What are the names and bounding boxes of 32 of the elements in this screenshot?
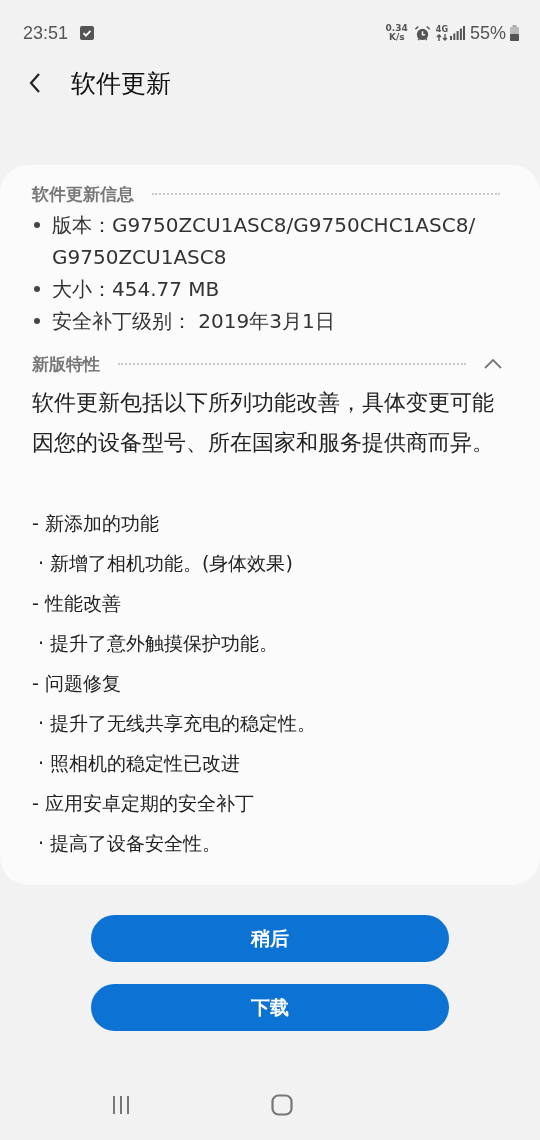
change-item: · 新增了相机功能。(身体效果) [37,551,294,576]
info-item: 安全补丁级别： 2019年3月1日 [52,308,335,335]
change-item: · 提高了设备安全性。 [37,831,223,856]
bullet-icon [34,286,40,292]
page-title: 软件更新 [71,67,171,100]
checkbox-notification-icon [80,26,95,40]
change-category: - 应用安卓定期的安全补丁 [32,791,255,816]
description-text: 软件更新包括以下所列功能改善，具体变更可能因您的设备型号、所在国家和服务提供商而异。 [32,389,495,457]
change-item: · 提升了意外触摸保护功能。 [37,631,280,656]
change-category: - 新添加的功能 [32,511,160,536]
bullet-icon [34,222,40,228]
status-time: 23:51 [23,22,69,44]
bullet-icon [34,318,40,324]
network-speed: 0.34 K/s [385,24,408,42]
change-category: - 问题修复 [32,671,122,696]
section-title: 新版特性 [32,352,100,376]
recent-apps-icon[interactable] [111,1096,131,1114]
later-button[interactable]: 稍后 [91,915,449,962]
info-item: 大小：454.77 MB [52,276,220,303]
change-category: - 性能改善 [32,591,122,616]
download-button[interactable]: 下载 [91,984,449,1031]
home-icon[interactable] [271,1094,293,1116]
change-item: · 提升了无线共享充电的稳定性。 [37,711,318,736]
battery-percent: 55% [469,22,506,44]
info-item: 版本：G9750ZCU1ASC8/G9750CHC1ASC8/G9750ZCU1ASC8 [52,212,477,271]
section-title: 软件更新信息 [32,182,134,206]
signal-icon [449,26,465,40]
mobile-data-indicator: 4G [435,25,448,41]
back-icon [29,72,41,94]
change-item: · 照相机的稳定性已改进 [37,751,242,776]
battery-icon [510,25,519,41]
alarm-clock-icon [413,24,431,42]
